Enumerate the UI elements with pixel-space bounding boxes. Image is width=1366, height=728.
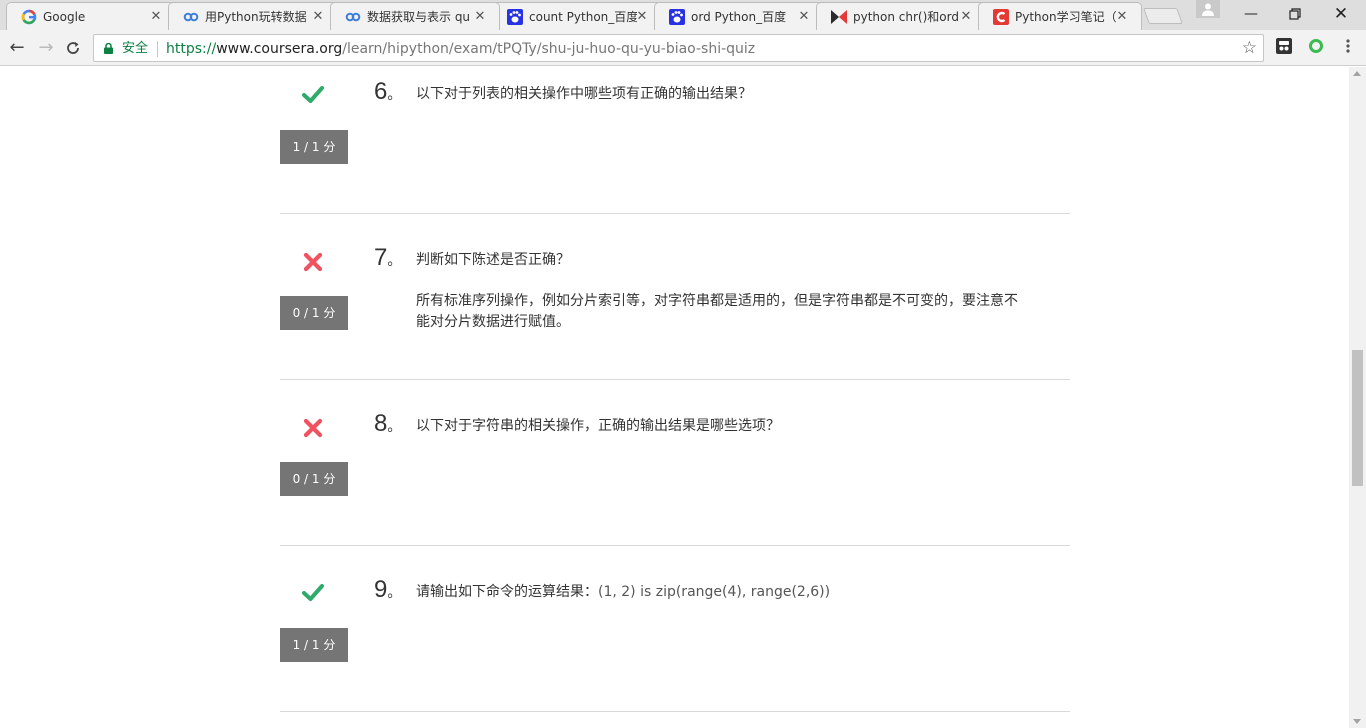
tab-strip: Google ✕ 用Python玩转数据 ✕ 数据获取与表示 qu ✕ coun… [0, 0, 1366, 30]
question-number: 9。 [374, 576, 401, 606]
question-number: 7。 [374, 244, 401, 274]
question-block-7: 0 / 1 分 7。 判断如下陈述是否正确？ 所有标准序列操作，例如分片索引等，… [280, 214, 1070, 380]
question-number-punct: 。 [387, 418, 402, 434]
lock-icon [104, 43, 113, 54]
question-text: 以下对于列表的相关操作中哪些项有正确的输出结果？ [416, 86, 752, 102]
statement-line: 所有标准序列操作，例如分片索引等，对字符串都是适用的，但是字符串都是不可变的，要… [416, 293, 1018, 309]
forward-button[interactable]: → [36, 38, 56, 58]
scrollbar-thumb[interactable] [1352, 350, 1363, 486]
menu-icon[interactable] [1340, 38, 1356, 54]
baidu-icon [669, 9, 685, 25]
coursera-icon [345, 12, 361, 22]
close-icon[interactable]: ✕ [149, 9, 163, 25]
runoob-icon [831, 10, 847, 24]
question-number: 6。 [374, 78, 401, 108]
tab-title: ord Python_百度 [691, 10, 787, 24]
bookmark-star-icon[interactable]: ☆ [1242, 38, 1257, 58]
extension-icon[interactable] [1276, 38, 1292, 54]
google-icon [21, 9, 37, 25]
question-number-value: 6 [374, 78, 388, 105]
tab-title: Python学习笔记（ [1015, 10, 1117, 24]
question-statement: 所有标准序列操作，例如分片索引等，对字符串都是适用的，但是字符串都是不可变的，要… [416, 291, 1026, 333]
tab-title: count Python_百度 [529, 10, 637, 24]
tab-python-data[interactable]: 用Python玩转数据 ✕ [168, 2, 338, 30]
baidu-icon [507, 9, 523, 25]
page-content: 1 / 1 分 6。 以下对于列表的相关操作中哪些项有正确的输出结果？ 0 / … [0, 67, 1349, 728]
reload-icon [67, 42, 79, 54]
tab-google[interactable]: Google ✕ [6, 2, 176, 30]
scroll-up-arrow-icon[interactable] [1353, 71, 1361, 76]
tab-python-chr[interactable]: python chr()和ord ✕ [816, 2, 986, 30]
question-block-9: 1 / 1 分 9。 请输出如下命令的运算结果：(1, 2) is zip(ra… [280, 546, 1070, 712]
restore-button[interactable] [1272, 0, 1318, 28]
url-scheme: https:// [166, 41, 217, 57]
tab-title: Google [43, 10, 86, 24]
question-number-punct: 。 [387, 584, 402, 600]
coursera-icon [183, 12, 199, 22]
restore-icon [1289, 8, 1301, 20]
question-text-prefix: 请输出如下命令的运算结果： [416, 584, 598, 600]
question-number-value: 7 [374, 244, 388, 271]
minimize-button[interactable]: — [1228, 0, 1274, 28]
question-number-punct: 。 [387, 252, 402, 268]
close-icon[interactable]: ✕ [473, 9, 487, 25]
close-icon[interactable]: ✕ [635, 9, 649, 25]
question-number: 8。 [374, 410, 401, 440]
score-badge: 0 / 1 分 [280, 462, 348, 496]
score-badge: 0 / 1 分 [280, 296, 348, 330]
question-code: (1, 2) is zip(range(4), range(2,6)) [598, 584, 831, 600]
question-block-6: 1 / 1 分 6。 以下对于列表的相关操作中哪些项有正确的输出结果？ [280, 48, 1070, 214]
profile-button[interactable] [1196, 0, 1220, 18]
extension-circle-icon[interactable] [1308, 38, 1324, 54]
close-icon[interactable]: ✕ [1115, 9, 1129, 25]
secure-label: 安全 [122, 41, 149, 56]
close-icon[interactable]: ✕ [797, 9, 811, 25]
tab-python-notes[interactable]: Python学习笔记（ ✕ [978, 2, 1142, 30]
score-badge: 1 / 1 分 [280, 130, 348, 164]
divider [157, 41, 158, 57]
close-window-button[interactable]: ✕ [1318, 0, 1364, 28]
close-icon[interactable]: ✕ [311, 9, 325, 25]
person-icon [1202, 3, 1214, 16]
close-icon[interactable]: ✕ [959, 9, 973, 25]
question-text: 以下对于字符串的相关操作，正确的输出结果是哪些选项？ [416, 418, 780, 434]
cross-icon [303, 418, 323, 438]
reload-button[interactable] [63, 38, 83, 58]
score-badge: 1 / 1 分 [280, 628, 348, 662]
question-block-8: 0 / 1 分 8。 以下对于字符串的相关操作，正确的输出结果是哪些选项？ [280, 380, 1070, 546]
csdn-icon [993, 9, 1009, 25]
checkmark-icon [302, 584, 324, 601]
question-text: 判断如下陈述是否正确？ [416, 252, 570, 268]
tab-count-baidu[interactable]: count Python_百度 ✕ [492, 2, 662, 30]
tab-title: 数据获取与表示 qu [367, 10, 471, 24]
tab-title: python chr()和ord [853, 10, 959, 24]
checkmark-icon [302, 86, 324, 103]
scroll-down-arrow-icon[interactable] [1353, 719, 1361, 724]
tab-title: 用Python玩转数据 [205, 10, 307, 24]
question-number-value: 9 [374, 576, 388, 603]
new-tab-button[interactable] [1143, 8, 1183, 24]
back-button[interactable]: ← [7, 38, 27, 58]
tab-ord-baidu[interactable]: ord Python_百度 ✕ [654, 2, 824, 30]
cross-icon [303, 252, 323, 272]
question-number-value: 8 [374, 410, 388, 437]
statement-line: 能对分片数据进行赋值。 [416, 314, 570, 330]
tab-quiz-active[interactable]: 数据获取与表示 qu ✕ [330, 2, 500, 30]
question-text: 请输出如下命令的运算结果：(1, 2) is zip(range(4), ran… [416, 582, 830, 602]
question-number-punct: 。 [387, 86, 402, 102]
